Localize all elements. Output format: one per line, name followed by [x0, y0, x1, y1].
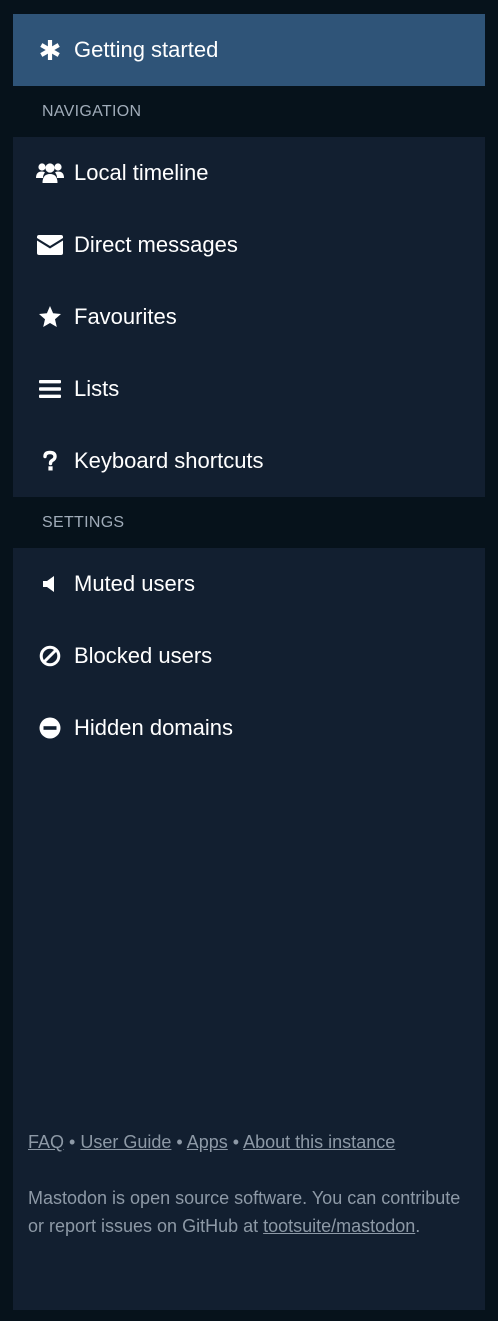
header-label: Getting started: [74, 37, 219, 62]
navigation-heading: NAVIGATION: [42, 103, 142, 120]
envelope-icon: [36, 235, 64, 255]
faq-link[interactable]: FAQ: [28, 1132, 64, 1152]
nav-item-favourites[interactable]: Favourites: [13, 281, 485, 353]
nav-item-label: Lists: [74, 376, 120, 401]
nav-item-label: Hidden domains: [74, 715, 233, 740]
link-separator: •: [69, 1132, 76, 1152]
nav-item-lists[interactable]: Lists: [13, 353, 485, 425]
nav-item-label: Muted users: [74, 571, 196, 596]
getting-started-column: Getting started NAVIGATION Local timelin…: [13, 14, 485, 764]
asterisk-icon: [36, 39, 64, 61]
getting-started-header[interactable]: Getting started: [13, 14, 485, 86]
nav-item-muted-users[interactable]: Muted users: [13, 548, 485, 620]
navigation-panel: Local timeline Direct messages Favourite…: [13, 137, 485, 497]
nav-item-label: Keyboard shortcuts: [74, 448, 264, 473]
users-icon: [36, 161, 64, 185]
ban-icon: [36, 645, 64, 667]
footer-text-end: .: [415, 1216, 421, 1236]
list-icon: [36, 380, 64, 398]
nav-item-label: Blocked users: [74, 643, 213, 668]
footer-links: FAQ • User Guide • Apps • About this ins…: [28, 1128, 468, 1156]
minus-circle-icon: [36, 717, 64, 739]
nav-item-direct-messages[interactable]: Direct messages: [13, 209, 485, 281]
repo-link[interactable]: tootsuite/mastodon: [263, 1216, 415, 1236]
apps-link[interactable]: Apps: [187, 1132, 228, 1152]
nav-item-label: Favourites: [74, 304, 177, 329]
nav-item-hidden-domains[interactable]: Hidden domains: [13, 692, 485, 764]
footer: FAQ • User Guide • Apps • About this ins…: [28, 1128, 468, 1240]
question-icon: [36, 450, 64, 472]
about-instance-link[interactable]: About this instance: [243, 1132, 395, 1152]
nav-item-blocked-users[interactable]: Blocked users: [13, 620, 485, 692]
link-separator: •: [232, 1132, 240, 1152]
settings-panel: Muted users Blocked users Hidden domains: [13, 548, 485, 764]
nav-item-keyboard-shortcuts[interactable]: Keyboard shortcuts: [13, 425, 485, 497]
nav-item-label: Local timeline: [74, 160, 209, 185]
user-guide-link[interactable]: User Guide: [80, 1132, 171, 1152]
star-icon: [36, 305, 64, 329]
nav-item-local-timeline[interactable]: Local timeline: [13, 137, 485, 209]
nav-item-label: Direct messages: [74, 232, 238, 257]
link-separator: •: [176, 1132, 183, 1152]
footer-panel: FAQ • User Guide • Apps • About this ins…: [13, 755, 485, 1310]
settings-heading: SETTINGS: [42, 514, 125, 531]
volume-off-icon: [36, 575, 64, 593]
footer-description: Mastodon is open source software. You ca…: [28, 1184, 468, 1240]
